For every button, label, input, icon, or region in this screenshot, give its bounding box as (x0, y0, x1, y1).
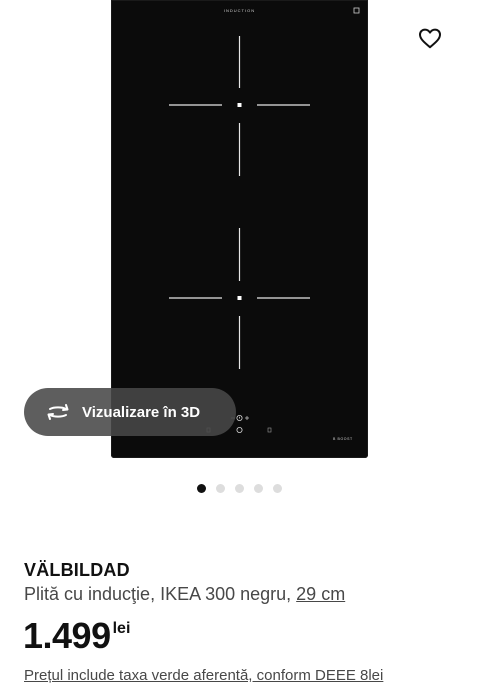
zone-1-center (237, 103, 242, 107)
carousel-dot-4[interactable] (254, 484, 263, 493)
carousel-dot-1[interactable] (197, 484, 206, 493)
price-amount: 1.499 (23, 615, 111, 656)
product-name: VÄLBILDAD (24, 560, 130, 580)
product-description: Plită cu inducţie, IKEA 300 negru, 29 cm (24, 584, 345, 605)
carousel-dot-5[interactable] (273, 484, 282, 493)
heart-outline-icon (419, 28, 441, 49)
carousel-dot-2[interactable] (216, 484, 225, 493)
product-size-link[interactable]: 29 cm (296, 584, 345, 604)
eco-tax-note-link[interactable]: Prețul include taxa verde aferentă, conf… (24, 667, 383, 684)
price-currency: lei (112, 620, 131, 637)
carousel-pagination (0, 484, 479, 494)
carousel-dot-3[interactable] (235, 484, 244, 493)
product-description-text: Plită cu inducţie, IKEA 300 negru, (24, 584, 297, 604)
favorite-button[interactable] (416, 24, 444, 52)
product-image-gallery[interactable]: INDUCTION B BOOST Vizualizare în 3D (0, 0, 479, 470)
view-in-3d-label: Vizualizare în 3D (82, 403, 201, 421)
zone-2-center (237, 296, 242, 300)
view-in-3d-button[interactable]: Vizualizare în 3D (24, 388, 236, 436)
hob-boost-label: B BOOST (333, 437, 353, 441)
rotate-3d-icon (44, 402, 72, 422)
product-price: 1.499 lei (23, 614, 130, 658)
